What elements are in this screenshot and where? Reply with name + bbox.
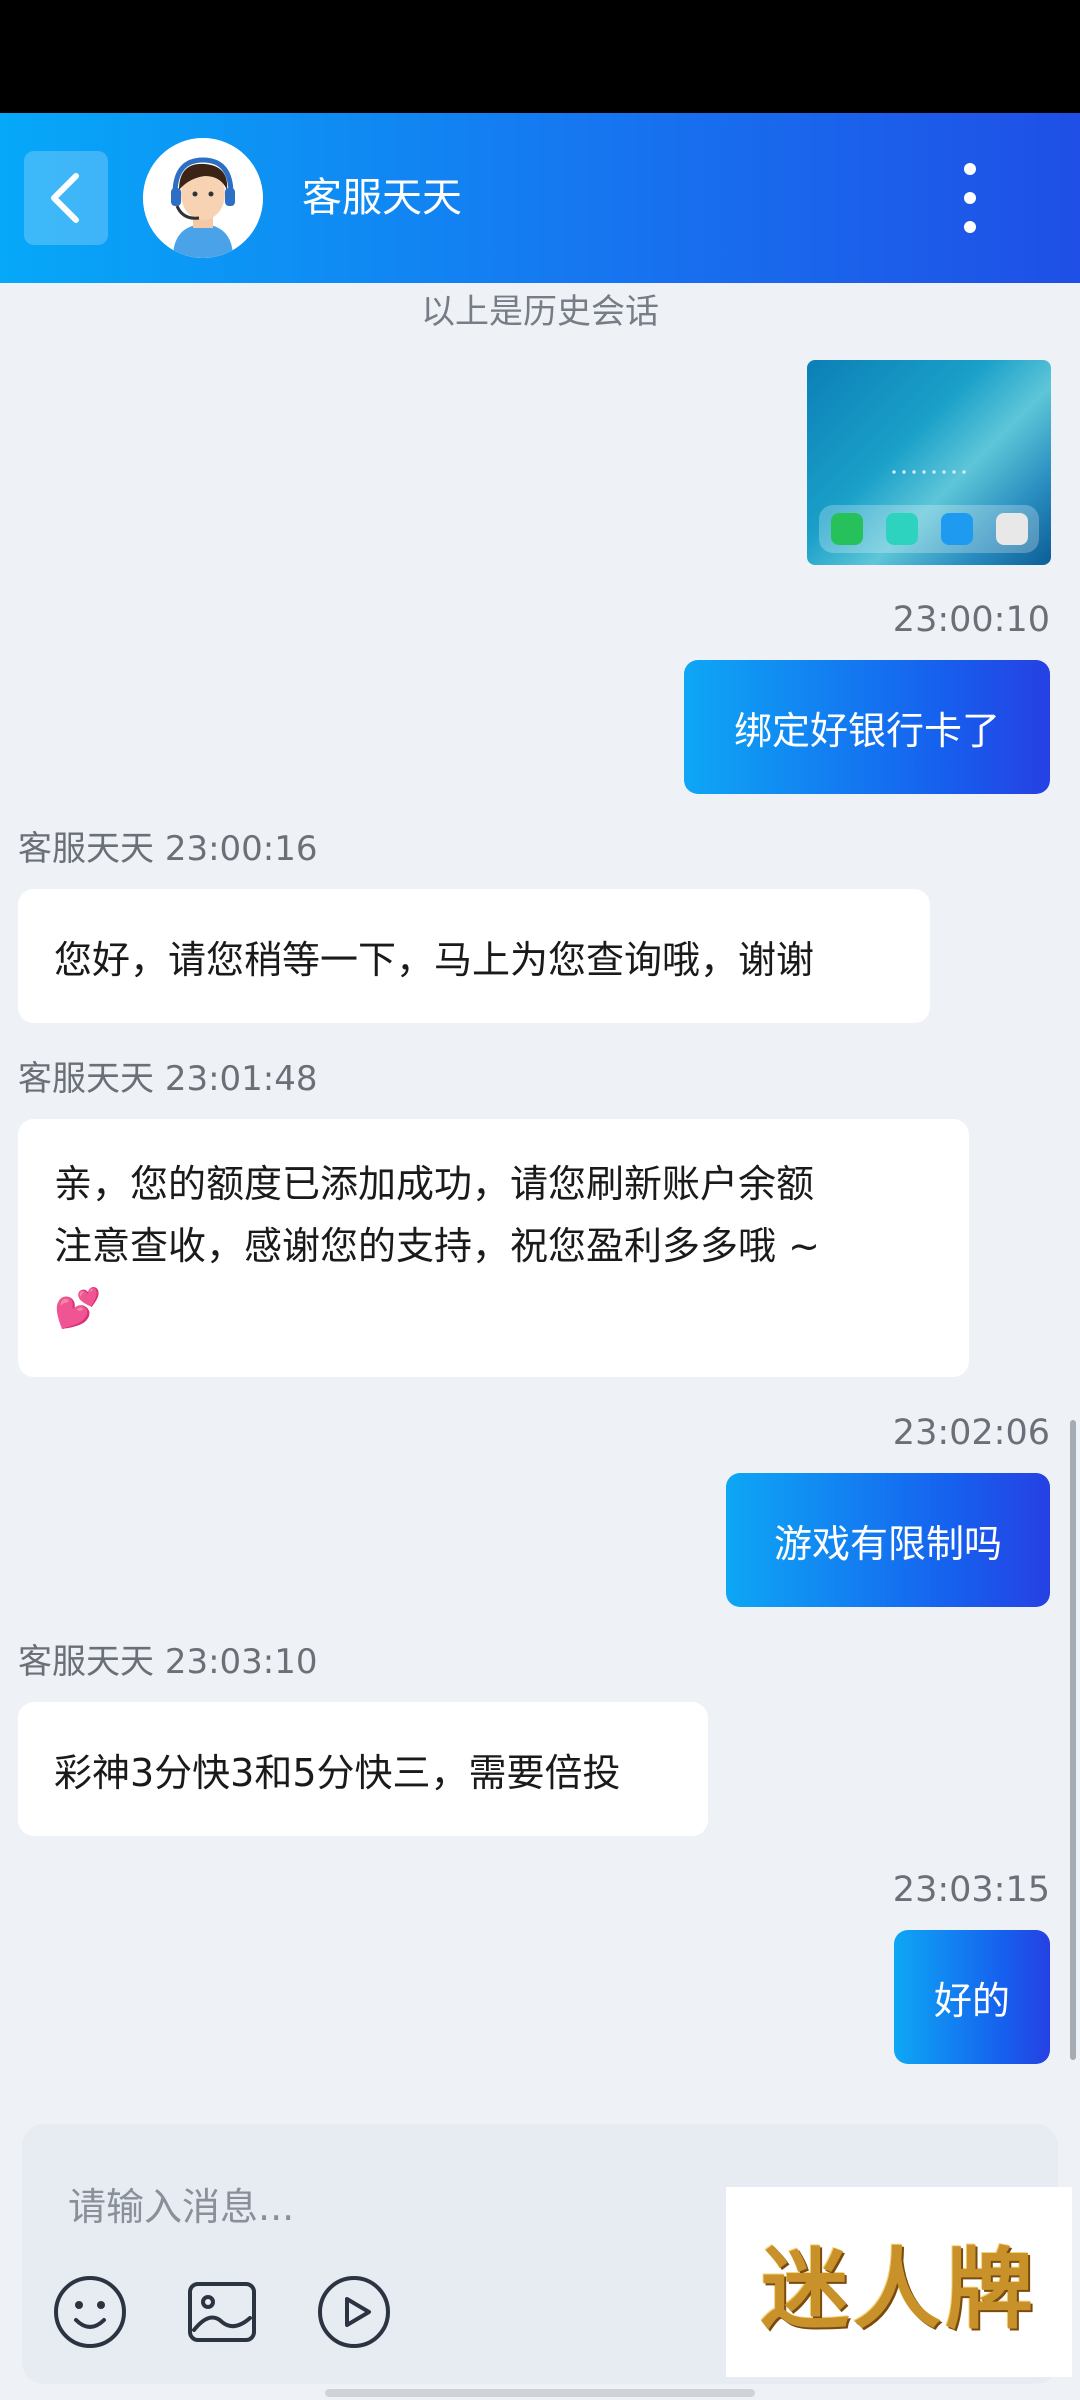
sender-line: 客服天天 23:01:48 [18,1054,318,1104]
message-input[interactable]: 请输入消息... [68,2176,294,2231]
message-line: 注意查收，感谢您的支持，祝您盈利多多哦 ~ [54,1224,820,1268]
outgoing-message[interactable]: 游戏有限制吗 [726,1473,1050,1607]
message-time: 23:00:16 [164,829,318,869]
sender-name: 客服天天 [18,829,154,869]
home-indicator[interactable] [325,2389,755,2397]
more-vertical-icon [964,163,976,175]
emoji-icon[interactable] [52,2274,128,2350]
chat-header: 客服天天 [0,113,1080,283]
message-time: 23:02:06 [892,1413,1050,1453]
scrollbar[interactable] [1070,1420,1076,2060]
sender-line: 客服天天 23:03:10 [18,1637,318,1687]
video-play-icon[interactable] [316,2274,392,2350]
sender-line: 客服天天 23:00:16 [18,824,318,874]
message-app-icon [885,513,918,545]
agent-avatar[interactable] [143,138,263,258]
history-label: 以上是历史会话 [421,292,659,332]
incoming-message[interactable]: 彩神3分快3和5分快三，需要倍投 [18,1702,708,1836]
more-menu-button[interactable] [940,163,1000,233]
incoming-message[interactable]: 您好，请您稍等一下，马上为您查询哦，谢谢 [18,889,930,1023]
phone-app-icon [830,513,863,545]
hearts-emoji: 💕 [54,1286,102,1330]
back-button[interactable] [24,151,108,245]
chat-title: 客服天天 [302,175,462,221]
image-icon[interactable] [184,2274,260,2350]
message-time: 23:01:48 [164,1059,318,1099]
chevron-left-icon [51,173,79,223]
watermark-text: 迷人牌 [760,2236,1037,2341]
camera-app-icon [995,513,1028,545]
agent-avatar-icon [143,138,263,258]
message-list[interactable]: 以上是历史会话 23:00:10 绑定好银行卡了 客服天天 23:00:16 您… [0,283,1080,2098]
watermark-logo: 迷人牌 [726,2187,1072,2377]
status-bar [0,0,1080,113]
sender-name: 客服天天 [18,1059,154,1099]
outgoing-message[interactable]: 好的 [894,1930,1050,2064]
incoming-message[interactable]: 亲，您的额度已添加成功，请您刷新账户余额 注意查收，感谢您的支持，祝您盈利多多哦… [18,1119,969,1377]
sender-name: 客服天天 [18,1642,154,1682]
message-time: 23:03:15 [892,1870,1050,1910]
browser-app-icon [940,513,973,545]
outgoing-message[interactable]: 绑定好银行卡了 [684,660,1050,794]
message-line: 亲，您的额度已添加成功，请您刷新账户余额 [54,1162,815,1206]
message-time: 23:03:10 [164,1642,318,1682]
message-time: 23:00:10 [892,600,1050,640]
image-message[interactable] [807,360,1051,565]
phone-dock [819,505,1039,553]
